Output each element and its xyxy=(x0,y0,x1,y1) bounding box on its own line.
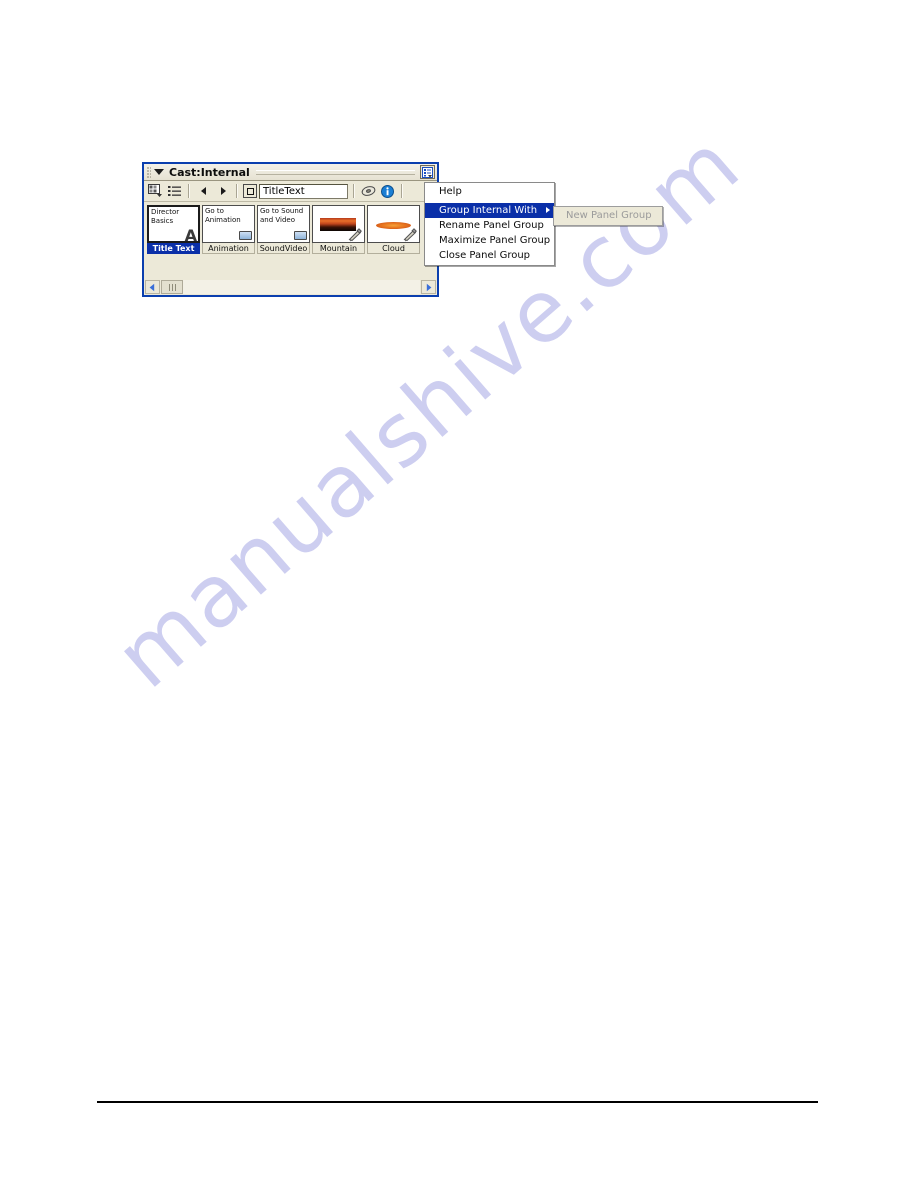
cast-member-title-text[interactable]: Director Basics A Title Text xyxy=(147,205,200,272)
panel-options-icon[interactable] xyxy=(420,165,435,179)
thumbnail-view-icon[interactable] xyxy=(147,183,164,199)
menu-item-help[interactable]: Help xyxy=(425,184,554,199)
thumbnail-text: Go to Sound and Video xyxy=(260,207,304,224)
group-internal-with-submenu[interactable]: New Panel Group xyxy=(553,206,663,226)
scroll-left-icon[interactable] xyxy=(145,280,160,294)
chevron-right-icon xyxy=(546,207,550,213)
list-view-icon[interactable] xyxy=(166,183,183,199)
member-thumbnail[interactable]: Go to Animation xyxy=(202,205,255,243)
cast-panel-window[interactable]: Cast:Internal TitleText Director Basics … xyxy=(142,162,439,297)
toolbar-separator-4 xyxy=(401,184,403,198)
page-footer-rule xyxy=(97,1101,818,1103)
info-icon[interactable] xyxy=(379,183,396,199)
scrollbar-thumb[interactable] xyxy=(161,280,183,294)
cast-member-type-icon[interactable] xyxy=(243,184,257,198)
menu-item-rename-panel-group[interactable]: Rename Panel Group xyxy=(425,218,554,233)
cast-member-mountain[interactable]: Mountain xyxy=(312,205,365,272)
toolbar-separator-2 xyxy=(236,184,238,198)
page-watermark: manualshive.com xyxy=(0,0,918,1188)
triangle-down-icon[interactable] xyxy=(154,169,164,175)
menu-item-group-internal-with[interactable]: Group Internal With xyxy=(425,203,554,218)
member-thumbnail[interactable]: Director Basics A xyxy=(147,205,200,243)
member-thumbnail[interactable] xyxy=(367,205,420,243)
panel-toolbar[interactable]: TitleText 1 xyxy=(144,181,437,202)
member-thumbnail[interactable]: Go to Sound and Video xyxy=(257,205,310,243)
drag-grip-icon[interactable] xyxy=(147,166,151,178)
cast-library-icon[interactable] xyxy=(360,183,377,199)
menu-item-label: Group Internal With xyxy=(439,205,538,216)
cast-member-soundvideo[interactable]: Go to Sound and Video SoundVideo xyxy=(257,205,310,272)
member-label: Title Text xyxy=(147,243,200,254)
push-button-icon xyxy=(239,231,252,240)
pencil-icon xyxy=(348,228,362,242)
horizontal-scrollbar[interactable] xyxy=(144,279,437,295)
member-label: Cloud xyxy=(367,243,420,254)
arrow-right-icon[interactable] xyxy=(214,183,231,199)
member-label: Mountain xyxy=(312,243,365,254)
pencil-icon xyxy=(403,228,417,242)
member-name-input[interactable]: TitleText xyxy=(259,183,348,199)
text-a-icon: A xyxy=(184,226,197,243)
scrollbar-track[interactable] xyxy=(161,280,420,294)
thumbnail-text: Go to Animation xyxy=(205,207,241,224)
panel-title: Cast:Internal xyxy=(169,165,250,179)
member-label: SoundVideo xyxy=(257,243,310,254)
cast-member-grid[interactable]: Director Basics A Title Text Go to Anima… xyxy=(144,202,437,272)
menu-item-maximize-panel-group[interactable]: Maximize Panel Group xyxy=(425,233,554,248)
arrow-left-icon[interactable] xyxy=(195,183,212,199)
cast-member-animation[interactable]: Go to Animation Animation xyxy=(202,205,255,272)
thumbnail-text: Director Basics xyxy=(151,208,180,225)
push-button-icon xyxy=(294,231,307,240)
menu-item-close-panel-group[interactable]: Close Panel Group xyxy=(425,248,554,263)
toolbar-separator-3 xyxy=(353,184,355,198)
panel-titlebar[interactable]: Cast:Internal xyxy=(144,164,437,181)
titlebar-rule xyxy=(255,169,415,175)
member-thumbnail[interactable] xyxy=(312,205,365,243)
cast-member-cloud[interactable]: Cloud xyxy=(367,205,420,272)
panel-context-menu[interactable]: Help Group Internal With Rename Panel Gr… xyxy=(424,182,555,266)
menu-item-new-panel-group: New Panel Group xyxy=(566,210,652,221)
scroll-right-icon[interactable] xyxy=(421,280,436,294)
member-label: Animation xyxy=(202,243,255,254)
toolbar-separator-1 xyxy=(188,184,190,198)
